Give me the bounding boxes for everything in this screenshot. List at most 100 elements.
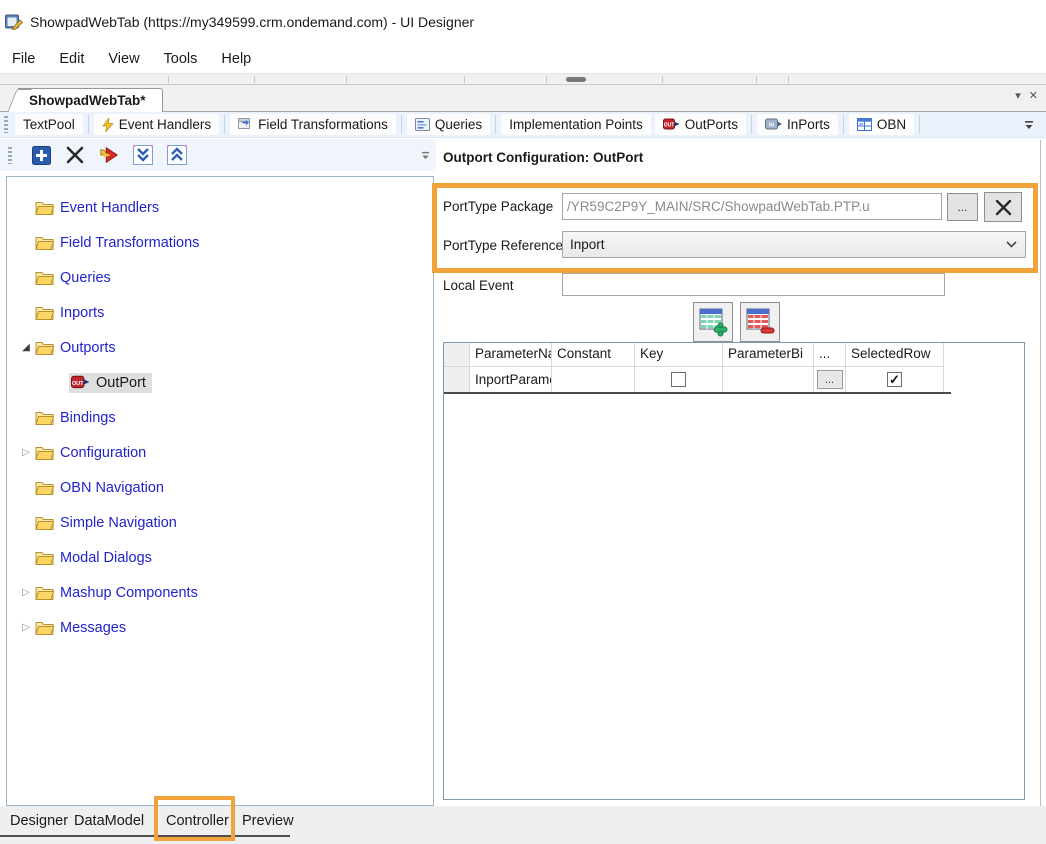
folder-icon bbox=[35, 445, 54, 460]
tree-item-obn-navigation[interactable]: OBN Navigation bbox=[7, 470, 433, 505]
queries-icon bbox=[415, 118, 430, 131]
toolbar-drag-handle[interactable] bbox=[566, 77, 586, 82]
queries-button[interactable]: Queries bbox=[407, 114, 490, 135]
expanded-caret-icon[interactable]: ◢ bbox=[17, 342, 35, 353]
inport-icon: IN bbox=[765, 118, 782, 131]
tree-item-outports[interactable]: ◢ Outports bbox=[7, 330, 433, 365]
column-header-key[interactable]: Key bbox=[635, 343, 723, 367]
tree-item-mashup-components[interactable]: ▷ Mashup Components bbox=[7, 575, 433, 610]
tree-item-event-handlers[interactable]: Event Handlers bbox=[7, 190, 433, 225]
binding-browse-button[interactable]: ... bbox=[817, 370, 843, 389]
tree-item-queries[interactable]: Queries bbox=[7, 260, 433, 295]
folder-icon bbox=[35, 270, 54, 285]
document-tab-strip: ShowpadWebTab* ▾ ✕ bbox=[0, 85, 1046, 112]
tab-datamodel[interactable]: DataModel bbox=[68, 810, 150, 834]
tree-item-messages[interactable]: ▷ Messages bbox=[7, 610, 433, 645]
checkmark-icon: ✓ bbox=[889, 372, 900, 388]
table-remove-icon bbox=[745, 307, 775, 337]
key-checkbox[interactable] bbox=[671, 372, 686, 387]
constant-cell[interactable] bbox=[552, 367, 635, 392]
event-handlers-button[interactable]: Event Handlers bbox=[94, 114, 219, 135]
menu-tools[interactable]: Tools bbox=[152, 47, 210, 71]
view-tab-bar: Designer DataModel Controller Preview bbox=[0, 806, 1046, 844]
column-header-parameterbinding[interactable]: ParameterBi bbox=[723, 343, 814, 367]
porttype-reference-select[interactable]: Inport bbox=[562, 231, 1026, 258]
folder-icon bbox=[35, 305, 54, 320]
document-tab-active[interactable]: ShowpadWebTab* bbox=[18, 88, 163, 112]
toolbar-grip[interactable] bbox=[8, 147, 12, 164]
outports-button[interactable]: OUT OutPorts bbox=[655, 114, 746, 135]
field-transformations-button[interactable]: Field Transformations bbox=[230, 114, 396, 135]
folder-icon bbox=[35, 620, 54, 635]
menu-file[interactable]: File bbox=[0, 47, 47, 71]
menu-view[interactable]: View bbox=[96, 47, 151, 71]
column-header-ellipsis[interactable]: ... bbox=[814, 343, 846, 367]
toolbar-overflow-icon[interactable] bbox=[421, 151, 430, 160]
tab-list-dropdown-icon[interactable]: ▾ bbox=[1015, 89, 1021, 102]
key-cell bbox=[635, 367, 723, 392]
porttype-package-browse-button[interactable]: ... bbox=[947, 193, 978, 221]
porttype-package-label: PortType Package bbox=[443, 199, 553, 214]
row-selector-header bbox=[444, 343, 470, 367]
controller-toolbar: TextPool Event Handlers Field Transforma… bbox=[0, 112, 1046, 138]
tab-close-icon[interactable]: ✕ bbox=[1029, 89, 1038, 102]
outport-icon: OUT bbox=[71, 375, 90, 390]
svg-text:OUT: OUT bbox=[72, 381, 84, 387]
column-header-parametername[interactable]: ParameterNa bbox=[470, 343, 552, 367]
tree-item-inports[interactable]: Inports bbox=[7, 295, 433, 330]
parameter-name-cell[interactable]: InportParame bbox=[470, 367, 552, 392]
toolbar-grip[interactable] bbox=[4, 116, 8, 133]
add-item-button[interactable] bbox=[31, 145, 51, 165]
collapsed-caret-icon[interactable]: ▷ bbox=[17, 622, 35, 633]
menu-edit[interactable]: Edit bbox=[47, 47, 96, 71]
porttype-package-input[interactable] bbox=[562, 193, 942, 220]
local-event-input[interactable] bbox=[562, 273, 945, 296]
reorder-button[interactable] bbox=[99, 145, 119, 165]
folder-icon bbox=[35, 585, 54, 600]
app-icon bbox=[5, 14, 23, 30]
tree-toolbar bbox=[0, 139, 436, 171]
outport-configuration-title: Outport Configuration: OutPort bbox=[443, 150, 643, 165]
tree-item-modal-dialogs[interactable]: Modal Dialogs bbox=[7, 540, 433, 575]
tab-controller[interactable]: Controller bbox=[160, 810, 235, 834]
folder-icon bbox=[35, 515, 54, 530]
tree-item-configuration[interactable]: ▷ Configuration bbox=[7, 435, 433, 470]
outport-parameters-grid: ParameterNa Constant Key ParameterBi ...… bbox=[443, 342, 1025, 800]
collapsed-caret-icon[interactable]: ▷ bbox=[17, 587, 35, 598]
folder-icon bbox=[35, 410, 54, 425]
remove-row-button[interactable] bbox=[740, 302, 780, 342]
table-row[interactable]: InportParame ... ✓ bbox=[444, 367, 951, 394]
tab-preview[interactable]: Preview bbox=[236, 810, 300, 834]
folder-icon bbox=[35, 235, 54, 250]
delete-item-button[interactable] bbox=[65, 145, 85, 165]
expand-all-icon bbox=[133, 145, 153, 165]
tree-item-field-transformations[interactable]: Field Transformations bbox=[7, 225, 433, 260]
add-row-button[interactable] bbox=[693, 302, 733, 342]
porttype-reference-label: PortType Reference bbox=[443, 238, 563, 253]
toolbar-overflow-icon[interactable] bbox=[1024, 120, 1034, 130]
outport-icon: OUT bbox=[663, 118, 680, 131]
column-header-selectedrow[interactable]: SelectedRow bbox=[846, 343, 944, 367]
implementation-points-button[interactable]: Implementation Points bbox=[501, 114, 651, 135]
menu-help[interactable]: Help bbox=[209, 47, 263, 71]
textpool-button[interactable]: TextPool bbox=[15, 114, 83, 135]
tab-designer[interactable]: Designer bbox=[4, 810, 74, 834]
obn-button[interactable]: OBN bbox=[849, 114, 914, 135]
folder-icon bbox=[35, 550, 54, 565]
collapsed-caret-icon[interactable]: ▷ bbox=[17, 447, 35, 458]
collapse-all-button[interactable] bbox=[167, 145, 187, 165]
row-selector-cell[interactable] bbox=[444, 367, 470, 392]
porttype-package-clear-button[interactable] bbox=[984, 192, 1022, 222]
tree-item-outport-selected[interactable]: OUT OutPort bbox=[7, 365, 433, 400]
svg-text:OUT: OUT bbox=[663, 123, 674, 129]
parameter-binding-cell[interactable] bbox=[723, 367, 814, 392]
expand-all-button[interactable] bbox=[133, 145, 153, 165]
table-add-icon bbox=[698, 307, 728, 337]
clear-icon bbox=[995, 199, 1012, 216]
tree-item-bindings[interactable]: Bindings bbox=[7, 400, 433, 435]
inports-button[interactable]: IN InPorts bbox=[757, 114, 838, 135]
column-header-constant[interactable]: Constant bbox=[552, 343, 635, 367]
selected-row-checkbox[interactable]: ✓ bbox=[887, 372, 902, 387]
obn-icon bbox=[857, 118, 872, 131]
tree-item-simple-navigation[interactable]: Simple Navigation bbox=[7, 505, 433, 540]
